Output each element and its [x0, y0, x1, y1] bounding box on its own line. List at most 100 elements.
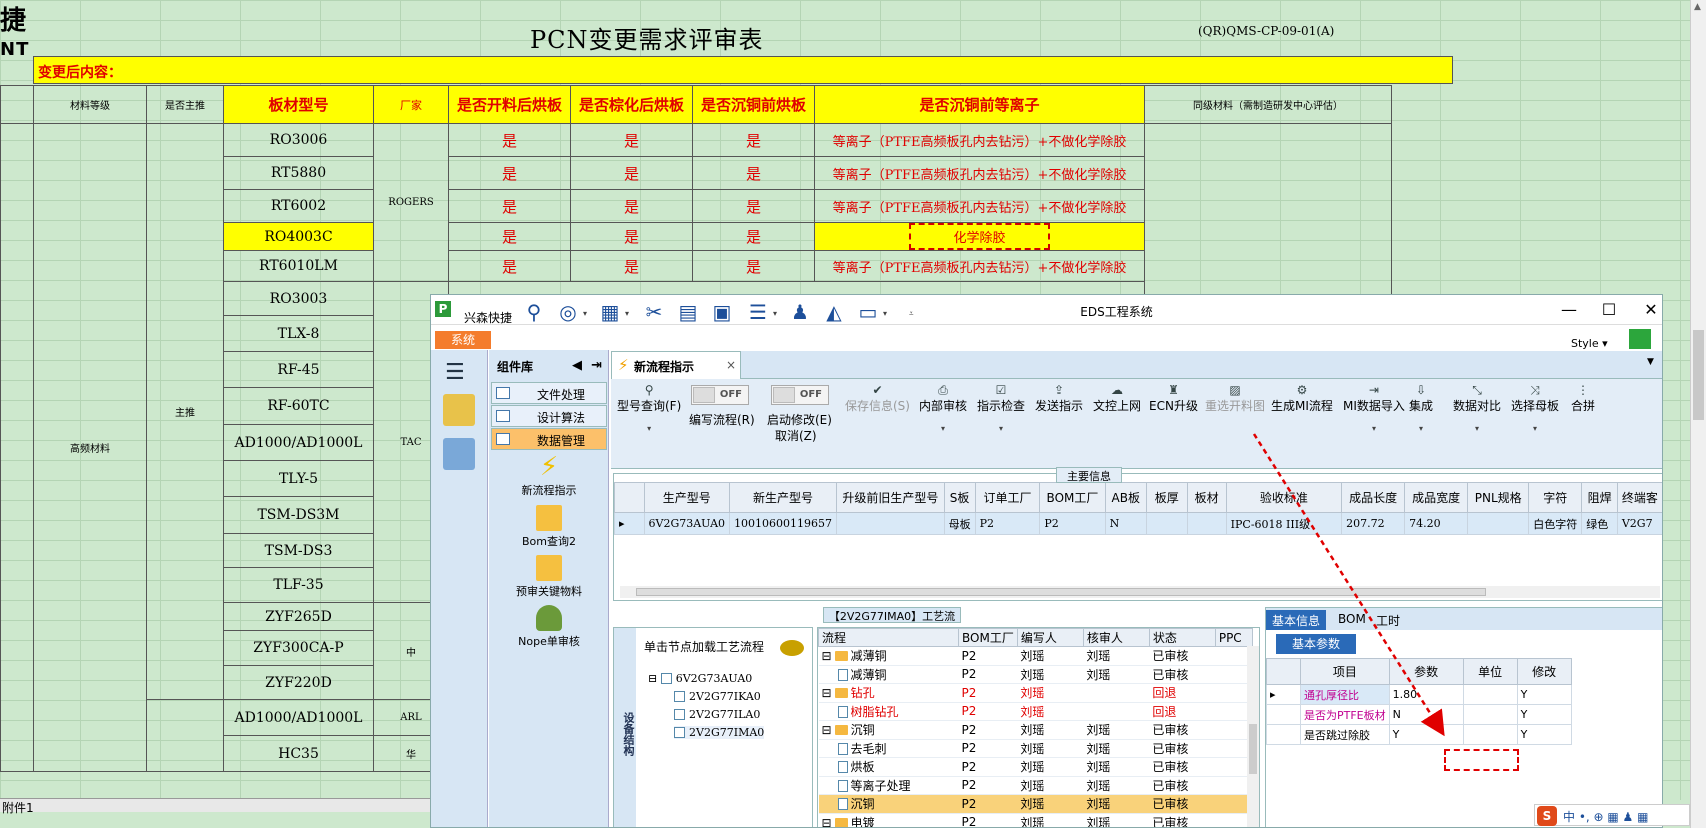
col-header[interactable]: 修改	[1516, 658, 1572, 685]
menu-data-management[interactable]: 数据管理	[491, 428, 607, 450]
style-dropdown[interactable]: Style ▾	[1571, 337, 1608, 350]
save-info-button[interactable]: ✔ 保存信息(S)	[845, 383, 910, 414]
cell-value: 是	[570, 156, 693, 190]
col-header[interactable]: BOM工厂	[958, 628, 1018, 647]
model-query-button[interactable]: ⚲ 型号查询(F) ▾	[617, 383, 681, 433]
generate-mi-flow-button[interactable]: ⚙ 生成MI流程	[1271, 383, 1333, 414]
table-row[interactable]: 沉铜 P2 刘瑶 刘瑶 已审核	[818, 794, 1253, 814]
tree-node[interactable]: 2V2G77IKA0	[674, 690, 761, 703]
flow-vertical-scrollbar[interactable]	[1247, 646, 1259, 827]
bom-query-item[interactable]: Bom查询2	[489, 505, 609, 549]
table-row[interactable]: 减薄铜 P2 刘瑶 刘瑶 已审核	[818, 665, 1253, 684]
table-row[interactable]: ▸ 6V2G73AUA0 10010600119657 母板 P2 P2 N I…	[614, 512, 1662, 535]
close-button[interactable]: ✕	[1637, 299, 1662, 321]
col-header[interactable]: 核审人	[1082, 628, 1150, 647]
tree-side-label[interactable]: 设备结构	[614, 628, 636, 827]
tab-labor-hours[interactable]: 工时	[1370, 610, 1406, 630]
tree-node[interactable]: 2V2G77ILA0	[674, 708, 760, 721]
tree-node[interactable]: ⊟ 6V2G73AUA0	[648, 672, 752, 685]
minimize-button[interactable]: —	[1555, 299, 1583, 321]
col-header[interactable]: 订单工厂	[974, 482, 1041, 513]
table-row[interactable]: ⊟ 减薄铜 P2 刘瑶 刘瑶 已审核	[818, 646, 1253, 666]
table-row[interactable]: ⊟ 沉铜 P2 刘瑶 刘瑶 已审核	[818, 720, 1253, 740]
col-header[interactable]: 终端客	[1616, 482, 1662, 513]
col-header[interactable]: 板材	[1186, 482, 1227, 513]
write-flow-toggle[interactable]: OFF	[691, 385, 749, 405]
table-row[interactable]: 树脂钻孔 P2 刘瑶 回退	[818, 702, 1253, 721]
calculator-icon[interactable]	[443, 438, 475, 470]
select-mother-board-button[interactable]: ⤨ 选择母板 ▾	[1511, 383, 1559, 433]
grid-horizontal-scrollbar[interactable]	[620, 586, 1660, 598]
internal-review-button[interactable]: ⎙ 内部审核 ▾	[919, 383, 967, 433]
col-header[interactable]: 编写人	[1016, 628, 1084, 647]
factory-icon[interactable]	[443, 394, 475, 426]
lightning-icon: ⚡	[539, 452, 559, 482]
close-tab-icon[interactable]: ×	[726, 358, 736, 372]
reselect-cutting-button[interactable]: ▨ 重选开料图	[1205, 383, 1265, 414]
tab-basic-info[interactable]: 基本信息	[1266, 610, 1327, 630]
col-header[interactable]: 单位	[1462, 658, 1518, 685]
col-header[interactable]: 成品长度	[1341, 482, 1406, 513]
process-flow-caption: 【2V2G77IMA0】工艺流程	[823, 607, 961, 639]
doc-control-upload-button[interactable]: ☁ 文控上网	[1093, 383, 1141, 414]
col-header[interactable]: 阻焊	[1581, 482, 1618, 513]
system-tab[interactable]: 系统	[435, 331, 491, 349]
nope-review-item[interactable]: Nope单审核	[489, 605, 609, 649]
col-header[interactable]: 升级前旧生产型号	[836, 482, 945, 513]
cancel-button[interactable]: 取消(Z)	[775, 427, 817, 444]
sheet-tab[interactable]: 附件1	[2, 801, 34, 815]
chevron-down-icon[interactable]: ▼	[1647, 357, 1654, 367]
table-row[interactable]: ⊟ 钻孔 P2 刘瑶 回退	[818, 683, 1253, 703]
scroll-thumb[interactable]	[1693, 330, 1704, 420]
data-compare-button[interactable]: ⤡ 数据对比 ▾	[1453, 383, 1501, 433]
table-row[interactable]: ▸ 通孔厚径比 1.80 Y	[1266, 684, 1572, 705]
col-header[interactable]: BOM工厂	[1039, 482, 1106, 513]
table-row[interactable]: 烘板 P2 刘瑶 刘瑶 已审核	[818, 757, 1253, 777]
col-header[interactable]: 流程	[818, 628, 959, 647]
hamburger-menu-icon[interactable]: ☰	[445, 360, 465, 385]
menu-file-processing[interactable]: 文件处理	[491, 382, 607, 404]
table-row[interactable]: 去毛刺 P2 刘瑶 刘瑶 已审核	[818, 739, 1253, 758]
maximize-button[interactable]: ☐	[1595, 299, 1623, 321]
col-header[interactable]: 状态	[1148, 628, 1216, 647]
col-header[interactable]: PNL规格	[1467, 482, 1530, 513]
col-header[interactable]: 生产型号	[643, 482, 731, 513]
ecn-upgrade-button[interactable]: ♜ ECN升级	[1149, 383, 1198, 414]
instruction-check-button[interactable]: ☑ 指示检查 ▾	[977, 383, 1025, 433]
table-row[interactable]: 等离子处理 P2 刘瑶 刘瑶 已审核	[818, 776, 1253, 795]
col-header[interactable]: 参数	[1388, 658, 1464, 685]
tab-basic-params[interactable]: 基本参数	[1276, 634, 1356, 654]
col-header[interactable]: S板	[943, 482, 976, 513]
scroll-up-icon[interactable]: ▲	[1694, 2, 1701, 12]
col-header[interactable]: 新生产型号	[729, 482, 838, 513]
ime-toolbar[interactable]: S 中 •, ⊕ ▦ ♟ ▦	[1534, 804, 1690, 826]
tab-bom[interactable]: BOM	[1332, 610, 1372, 630]
col-header[interactable]: 验收标准	[1225, 482, 1343, 513]
group-label: 高频材料	[33, 123, 147, 772]
col-header[interactable]: PPC	[1214, 628, 1253, 647]
col-header[interactable]: 板厚	[1145, 482, 1188, 513]
menu-design-algorithm[interactable]: 设计算法	[491, 405, 607, 427]
start-edit-toggle[interactable]: OFF	[771, 385, 829, 405]
integrate-button[interactable]: ⇩ 集成 ▾	[1409, 383, 1433, 433]
col-header[interactable]: 项目	[1300, 658, 1390, 685]
new-flow-instruction-item[interactable]: ⚡ 新流程指示	[489, 454, 609, 498]
tree-node-selected[interactable]: 2V2G77IMA0	[674, 726, 765, 739]
table-row[interactable]: 是否跳过除胶 Y Y	[1266, 724, 1572, 745]
col-header[interactable]: 字符	[1528, 482, 1583, 513]
pre-review-material-item[interactable]: 预审关键物料	[489, 555, 609, 599]
row-indicator-icon: ▸	[614, 512, 645, 535]
table-row[interactable]: ⊟ 电镀 P2 刘瑶 刘瑶 已审核	[818, 813, 1253, 827]
merge-button[interactable]: ⋮ 合拼	[1571, 383, 1595, 414]
comment-icon[interactable]	[780, 640, 804, 656]
board-type-cell: HC35	[223, 735, 374, 772]
col-header[interactable]: AB板	[1104, 482, 1147, 513]
send-instruction-button[interactable]: ⇪ 发送指示	[1035, 383, 1083, 414]
sheet-tab-bar[interactable]: 附件1	[0, 798, 440, 815]
panel-nav-icon[interactable]: ◀ ⇥	[572, 358, 602, 373]
col-header[interactable]: 成品宽度	[1404, 482, 1469, 513]
table-row[interactable]: 是否为PTFE板材 N Y	[1266, 704, 1572, 725]
mi-data-import-button[interactable]: ⇥ MI数据导入 ▾	[1343, 383, 1405, 433]
sheet-vertical-scrollbar[interactable]: ▲	[1690, 0, 1706, 828]
tab-new-flow-instruction[interactable]: ⚡ 新流程指示 ×	[611, 351, 741, 379]
